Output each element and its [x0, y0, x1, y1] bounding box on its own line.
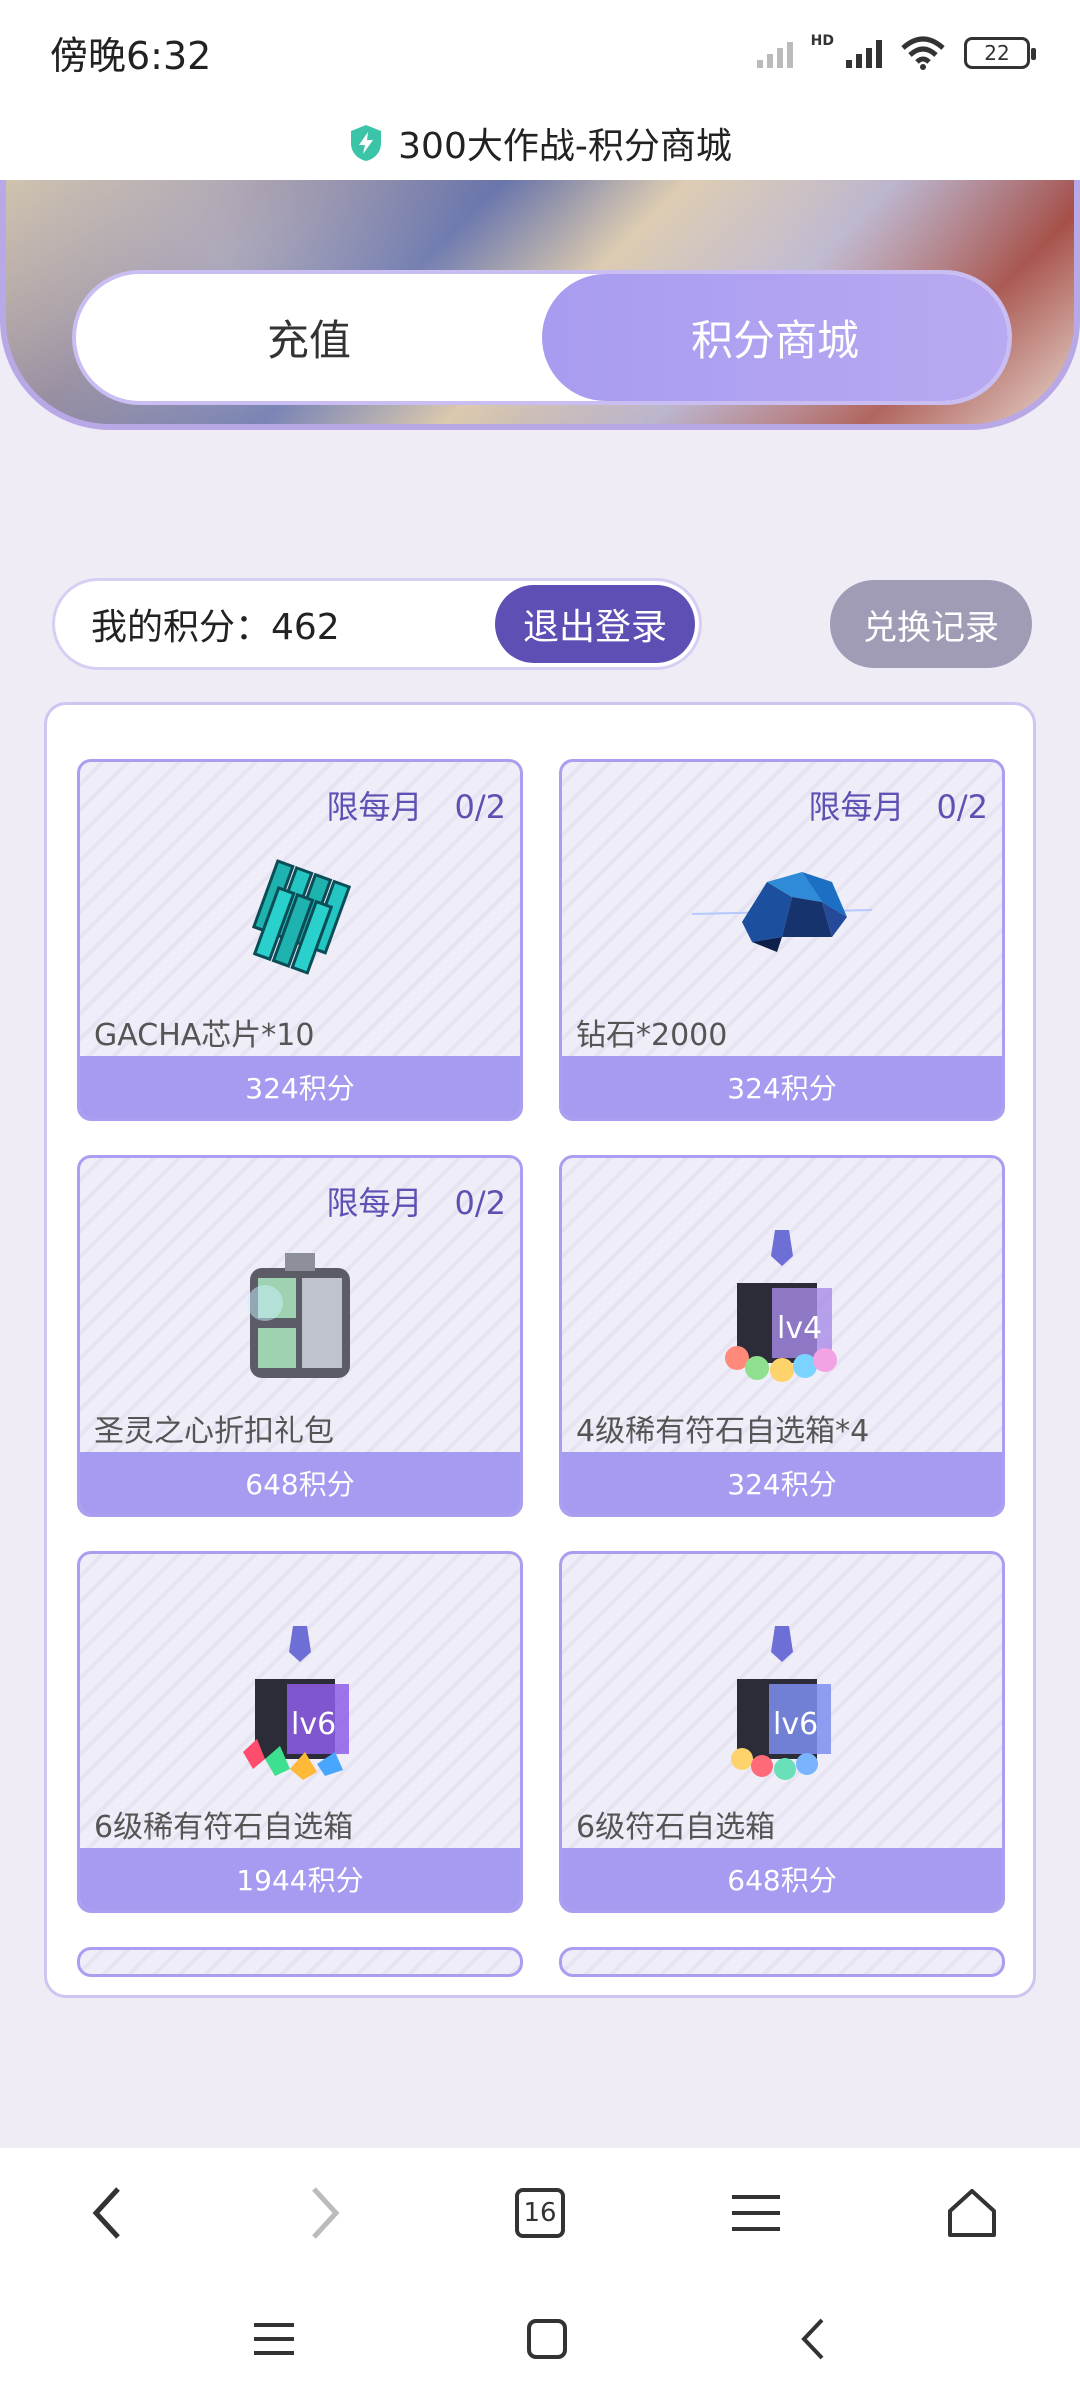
item-name: 6级符石自选箱: [576, 1810, 776, 1845]
monthly-limit-label: 限每月 0/2: [326, 1184, 506, 1222]
recents-menu-icon[interactable]: [252, 2319, 296, 2359]
item-price-button[interactable]: 648积分: [562, 1848, 1002, 1910]
network-type-label: HD: [810, 32, 834, 49]
tabs-count: 16: [523, 2198, 557, 2228]
monthly-limit-label: 限每月 0/2: [808, 788, 988, 826]
item-price-button[interactable]: 324积分: [80, 1056, 520, 1118]
item-price-button[interactable]: 324积分: [562, 1056, 1002, 1118]
browser-toolbar: 16: [0, 2148, 1080, 2278]
chip-stack-icon: [235, 852, 365, 986]
tabs-count-icon: 16: [515, 2188, 565, 2238]
item-name: 钻石*2000: [576, 1018, 728, 1053]
signal-icon-sim2: [846, 38, 882, 68]
store-item-card[interactable]: 限每月 0/2 圣灵之心折扣礼包 648积分: [77, 1155, 523, 1517]
diamond-cluster-icon: [682, 852, 882, 976]
status-time: 傍晚6:32: [50, 34, 212, 78]
store-item-card[interactable]: 限每月 0/2 钻石*2000 324积分: [559, 759, 1005, 1121]
forward-button[interactable]: [284, 2173, 364, 2253]
back-triangle-icon[interactable]: [798, 2316, 828, 2362]
store-item-card[interactable]: lv4 4级稀有符石自选箱*4 324积分: [559, 1155, 1005, 1517]
item-name: GACHA芯片*10: [94, 1018, 315, 1053]
battery-level: 22: [984, 40, 1010, 65]
item-name: 6级稀有符石自选箱: [94, 1810, 354, 1845]
tab-points-store[interactable]: 积分商城: [542, 274, 1008, 401]
my-points-bar: 我的积分：462 退出登录: [52, 578, 702, 670]
status-icons: HD 22: [756, 32, 1036, 70]
gift-canister-icon: [230, 1248, 370, 1402]
tab-recharge[interactable]: 充值: [76, 274, 542, 401]
hamburger-menu-icon: [732, 2195, 780, 2231]
exchange-history-button[interactable]: 兑换记录: [830, 580, 1032, 668]
home-button[interactable]: [932, 2173, 1012, 2253]
page-titlebar: 300大作战-积分商城: [0, 105, 1080, 180]
store-item-card[interactable]: 限每月 0/2 GACHA芯片*10 324积分: [77, 759, 523, 1121]
svg-text:lv4: lv4: [777, 1311, 822, 1346]
tabs-button[interactable]: 16: [500, 2173, 580, 2253]
svg-text:lv6: lv6: [291, 1707, 336, 1742]
store-item-card[interactable]: lv6 6级稀有符石自选箱 1944积分: [77, 1551, 523, 1913]
svg-text:lv6: lv6: [773, 1707, 818, 1742]
battery-icon: 22: [964, 36, 1036, 69]
store-item-card-partial[interactable]: [77, 1947, 523, 1977]
logout-button[interactable]: 退出登录: [495, 585, 695, 663]
shield-bolt-icon: [351, 124, 382, 161]
tab-switcher: 充值 积分商城: [72, 270, 1012, 405]
item-name: 4级稀有符石自选箱*4: [576, 1414, 870, 1449]
status-bar: 傍晚6:32 HD 22: [0, 0, 1080, 105]
wifi-icon: [901, 36, 945, 70]
rune-box-icon: lv4: [707, 1228, 857, 1402]
item-price-button[interactable]: 648积分: [80, 1452, 520, 1514]
system-nav-bar: [0, 2278, 1080, 2400]
page-title: 300大作战-积分商城: [398, 125, 732, 167]
chevron-right-icon: [312, 2187, 340, 2239]
rune-box-icon: lv6: [707, 1624, 857, 1798]
item-price-button[interactable]: 1944积分: [80, 1848, 520, 1910]
monthly-limit-label: 限每月 0/2: [326, 788, 506, 826]
store-item-grid: 限每月 0/2 GACHA芯片*10 324积分 限每月 0/2 钻石*2000…: [44, 702, 1036, 1998]
item-price-button[interactable]: 324积分: [562, 1452, 1002, 1514]
chevron-left-icon: [92, 2187, 120, 2239]
store-item-card-partial[interactable]: [559, 1947, 1005, 1977]
menu-button[interactable]: [716, 2173, 796, 2253]
back-button[interactable]: [68, 2173, 148, 2253]
store-item-card[interactable]: lv6 6级符石自选箱 648积分: [559, 1551, 1005, 1913]
item-name: 圣灵之心折扣礼包: [94, 1414, 334, 1449]
signal-icon-sim1: [756, 38, 793, 68]
home-icon: [948, 2189, 996, 2237]
home-square-icon[interactable]: [526, 2318, 568, 2360]
rune-box-icon: lv6: [225, 1624, 375, 1798]
